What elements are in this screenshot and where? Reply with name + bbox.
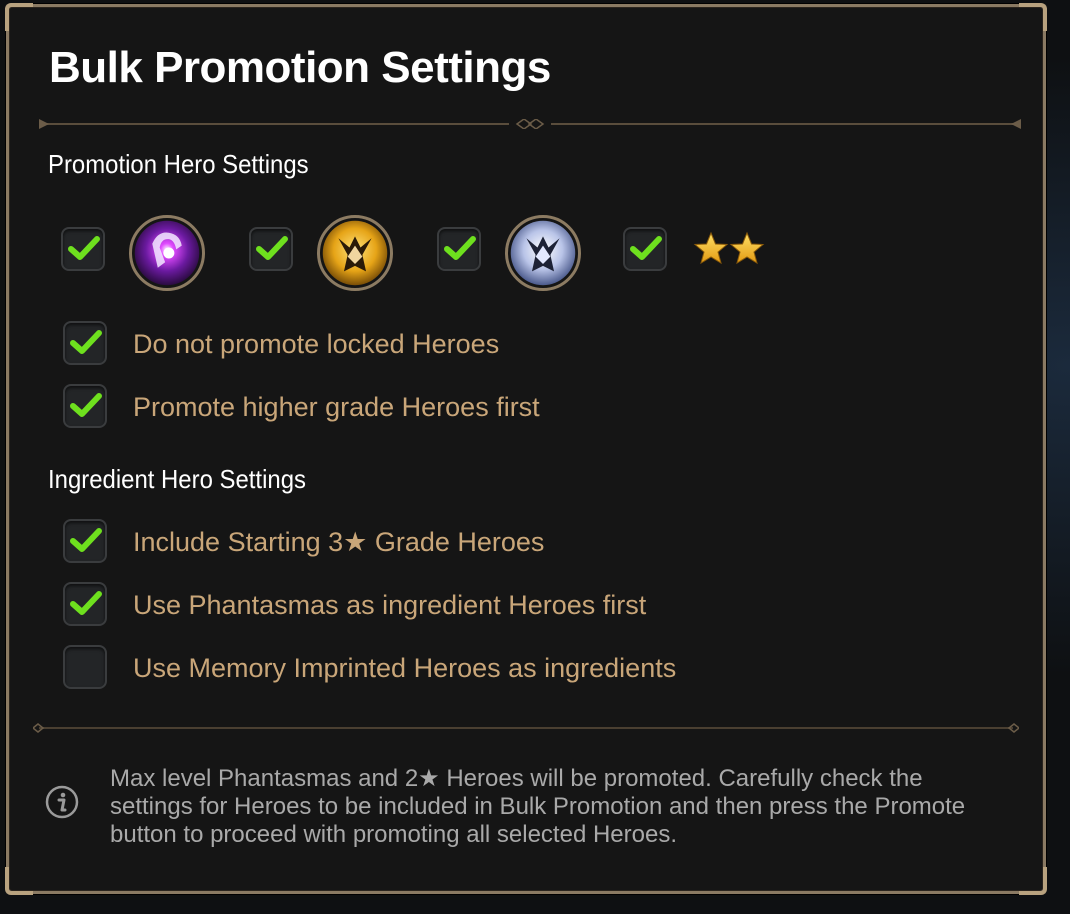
ice-hero-checkbox[interactable] [437, 227, 481, 271]
info-icon [45, 785, 79, 819]
checkmark-icon [70, 591, 102, 615]
checkmark-icon [70, 393, 102, 417]
checkmark-icon [444, 236, 476, 260]
use-phantasmas-first-label[interactable]: Use Phantasmas as ingredient Heroes firs… [133, 590, 646, 621]
ingredient-section-header: Ingredient Hero Settings [48, 464, 306, 494]
promotion-section-header: Promotion Hero Settings [48, 149, 309, 179]
include-starting-3-star-checkbox[interactable] [63, 519, 107, 563]
checkmark-icon [256, 236, 288, 260]
use-phantasmas-first-checkbox[interactable] [63, 582, 107, 626]
use-memory-imprinted-checkbox[interactable] [63, 645, 107, 689]
light-hero-checkbox[interactable] [249, 227, 293, 271]
do-not-promote-locked-checkbox[interactable] [63, 321, 107, 365]
include-starting-3-star-label[interactable]: Include Starting 3★ Grade Heroes [133, 527, 544, 558]
two-star-hero-checkbox[interactable] [623, 227, 667, 271]
frame-corner-ornament [1019, 3, 1047, 31]
header-divider [39, 119, 1021, 129]
dark-element-icon [129, 215, 205, 291]
bulk-promotion-dialog: Bulk Promotion Settings Promotion Hero S… [5, 3, 1047, 895]
frame-corner-ornament [1019, 867, 1047, 895]
footer-divider [33, 723, 1019, 733]
ice-element-icon [505, 215, 581, 291]
dialog-title: Bulk Promotion Settings [49, 43, 551, 92]
light-element-icon [317, 215, 393, 291]
checkmark-icon [68, 236, 100, 260]
checkmark-icon [70, 330, 102, 354]
info-description: Max level Phantasmas and 2★ Heroes will … [110, 765, 966, 848]
frame-corner-ornament [5, 867, 33, 895]
do-not-promote-locked-label[interactable]: Do not promote locked Heroes [133, 329, 499, 360]
frame-corner-ornament [5, 3, 33, 31]
dark-hero-checkbox[interactable] [61, 227, 105, 271]
two-star-icon [693, 231, 765, 265]
promote-higher-grade-first-label[interactable]: Promote higher grade Heroes first [133, 392, 540, 423]
use-memory-imprinted-label[interactable]: Use Memory Imprinted Heroes as ingredien… [133, 653, 676, 684]
promote-higher-grade-first-checkbox[interactable] [63, 384, 107, 428]
checkmark-icon [70, 528, 102, 552]
checkmark-icon [630, 236, 662, 260]
